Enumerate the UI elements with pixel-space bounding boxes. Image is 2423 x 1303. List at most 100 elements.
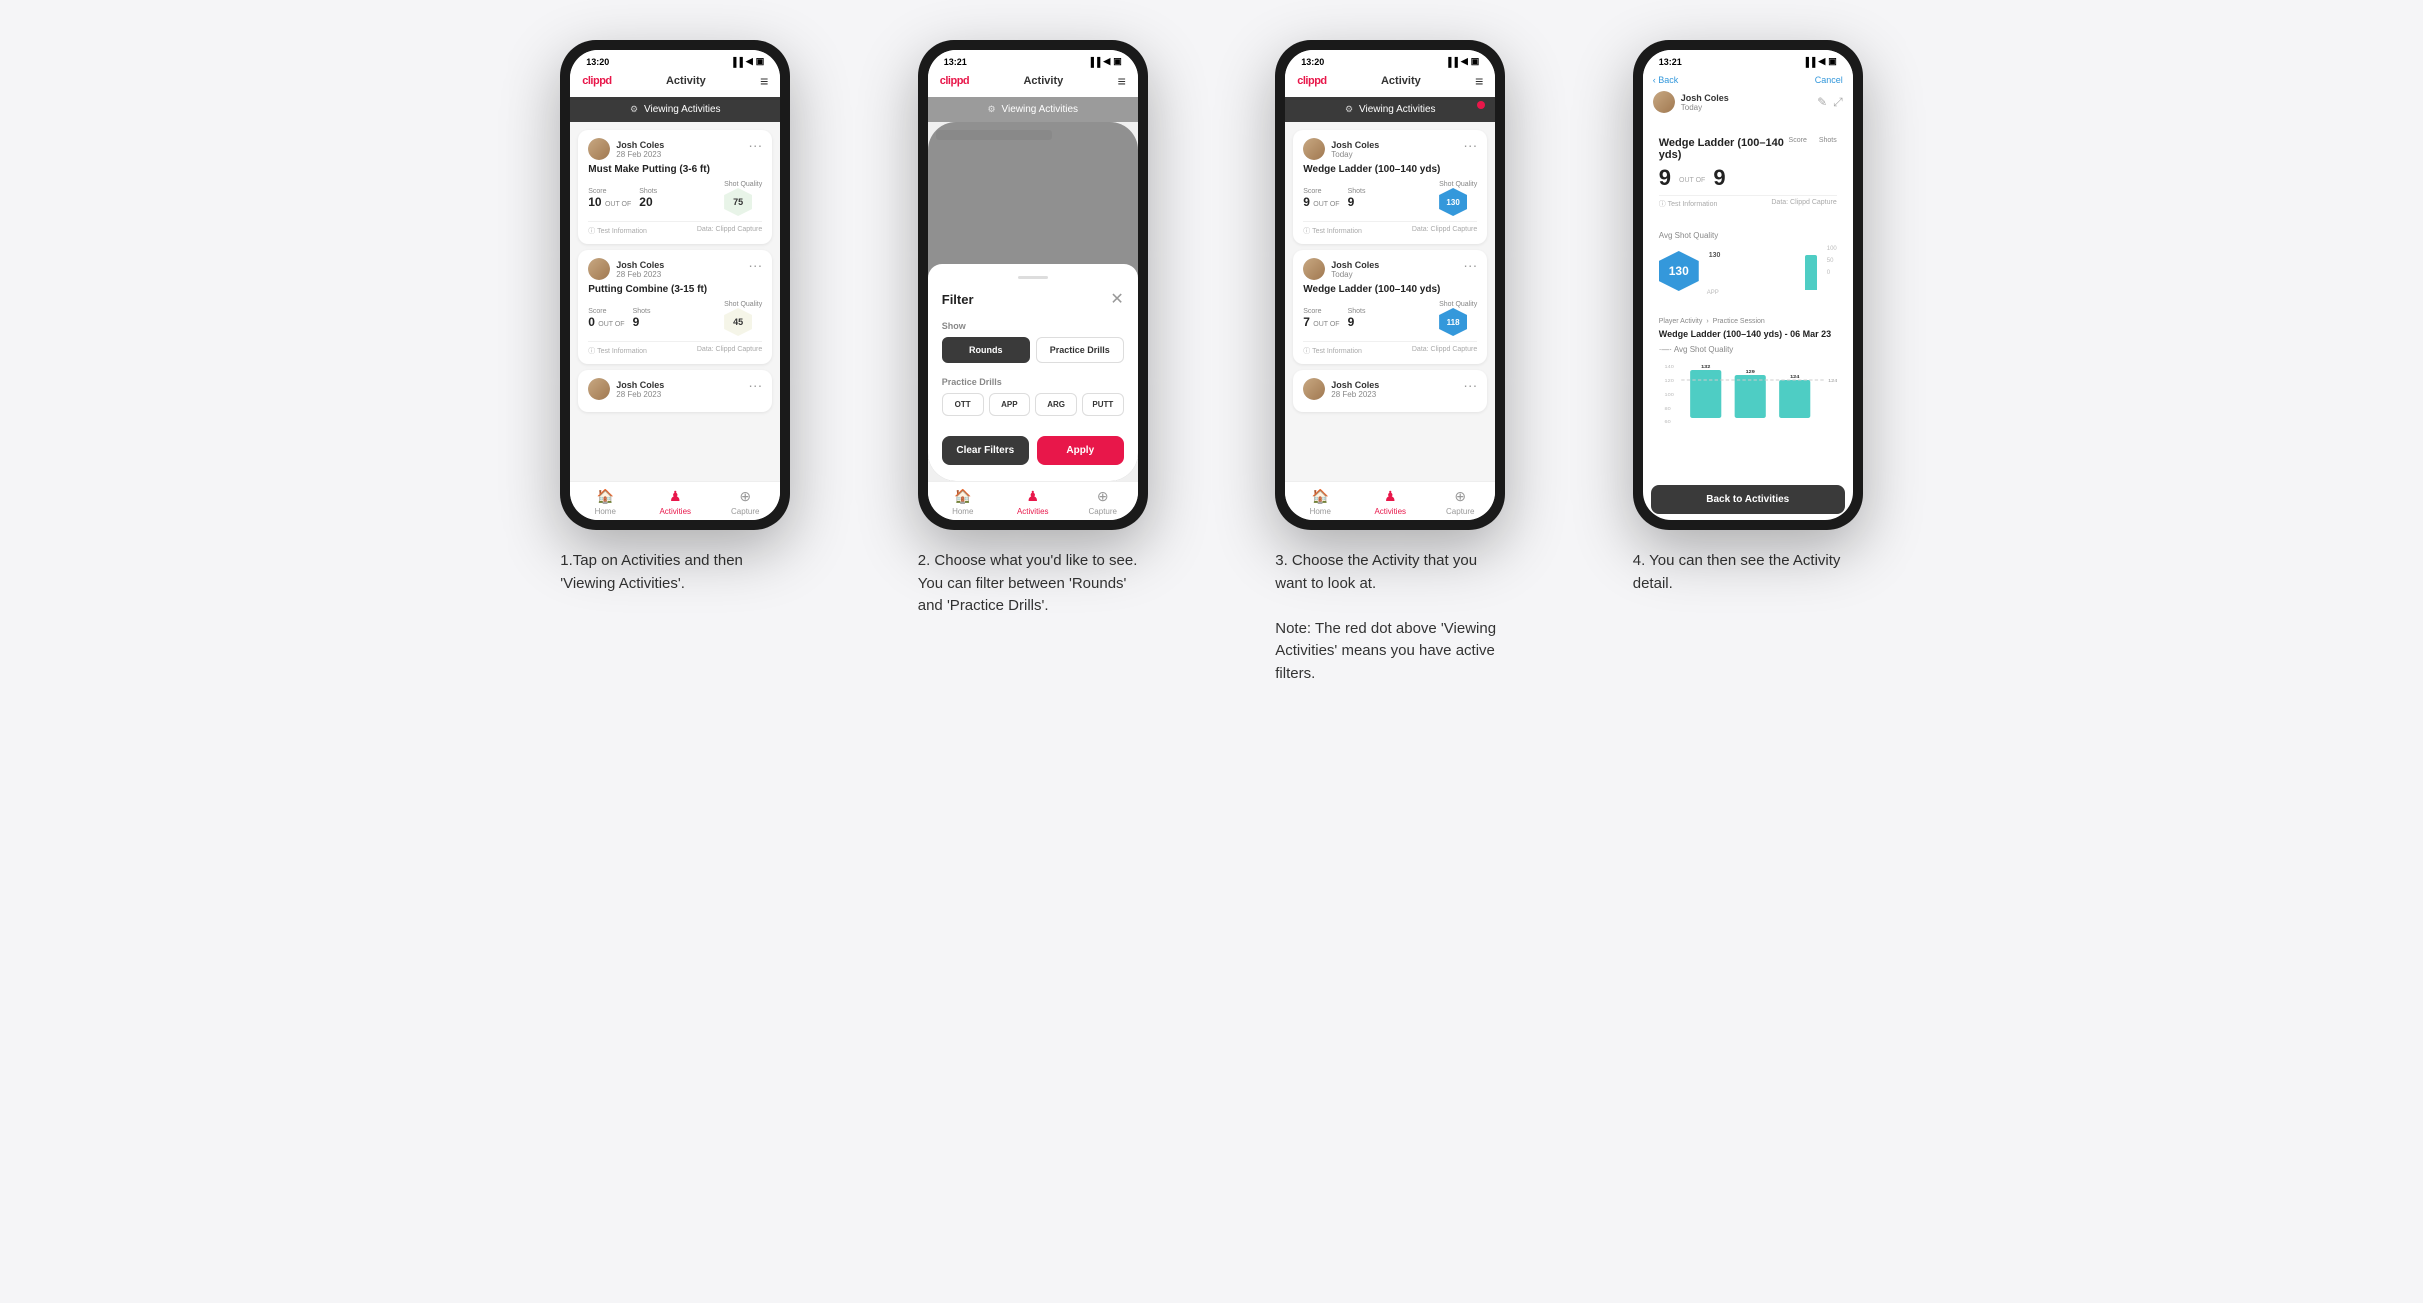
user-name-1-3: Josh Coles <box>616 380 664 390</box>
detail-nav-row-4: ‹ Back Cancel <box>1653 75 1843 85</box>
tab-capture-2[interactable]: ⊕ Capture <box>1068 488 1138 516</box>
stat-shots-1-2: Shots 9 <box>633 308 651 329</box>
svg-text:124: 124 <box>1790 374 1799 380</box>
activities-icon-1: ♟ <box>669 488 682 505</box>
user-date-1-3: 28 Feb 2023 <box>616 390 664 399</box>
edit-icon-4[interactable]: ✎ <box>1817 95 1827 110</box>
activities-icon-2: ♟ <box>1026 488 1039 505</box>
card-header-1-1: Josh Coles 28 Feb 2023 ··· <box>588 138 762 160</box>
svg-text:124: 124 <box>1828 378 1837 384</box>
card-footer-1-1: ⓘ Test Information Data: Clippd Capture <box>588 221 762 236</box>
cancel-btn-4[interactable]: Cancel <box>1815 75 1843 85</box>
tab-activities-3[interactable]: ♟ Activities <box>1355 488 1425 516</box>
stat-score-1-2: Score 0 OUT OF <box>588 308 624 329</box>
card-title-3-1: Wedge Ladder (100–140 yds) <box>1303 164 1477 175</box>
tab-capture-1[interactable]: ⊕ Capture <box>710 488 780 516</box>
expand-icon-4[interactable]: ⤢ <box>1833 95 1843 110</box>
card-footer-3-1: ⓘ Test Information Data: Clippd Capture <box>1303 221 1477 236</box>
avg-sq-hex-4: 130 <box>1659 251 1699 291</box>
tab-home-1[interactable]: 🏠 Home <box>570 488 640 516</box>
card-menu-3-1[interactable]: ··· <box>1463 138 1477 152</box>
phone-screen-2: 13:21 ▐▐ ◀ ▣ clippd Activity ≡ ⚙ Viewi <box>928 50 1138 520</box>
banner-text-3: Viewing Activities <box>1359 104 1436 115</box>
activity-card-1-3[interactable]: Josh Coles 28 Feb 2023 ··· <box>578 370 772 412</box>
viewing-banner-3[interactable]: ⚙ Viewing Activities <box>1285 97 1495 122</box>
arg-btn-2[interactable]: ARG <box>1035 393 1077 416</box>
user-date-3-1: Today <box>1331 150 1379 159</box>
detail-score-row-4: 9 OUT OF 9 <box>1659 165 1837 191</box>
user-name-3-3: Josh Coles <box>1331 380 1379 390</box>
bar-value-label-4: 130 <box>1709 252 1721 259</box>
putt-btn-2[interactable]: PUTT <box>1082 393 1124 416</box>
practice-drills-btn-2[interactable]: Practice Drills <box>1036 337 1124 363</box>
player-activity-section-4: Player Activity › Practice Session Wedge… <box>1651 310 1845 438</box>
shots-label-4: Shots <box>1819 137 1837 144</box>
hamburger-icon-2[interactable]: ≡ <box>1118 73 1126 89</box>
svg-text:140: 140 <box>1664 364 1673 370</box>
capture-icon-2: ⊕ <box>1097 488 1109 505</box>
mini-bar-1-4 <box>1805 255 1817 290</box>
user-date-3-3: 28 Feb 2023 <box>1331 390 1379 399</box>
tab-home-3[interactable]: 🏠 Home <box>1285 488 1355 516</box>
activity-card-3-2[interactable]: Josh Coles Today ··· Wedge Ladder (100–1… <box>1293 250 1487 364</box>
stat-shots-1-1: Shots 20 <box>639 188 657 209</box>
apply-btn-2[interactable]: Apply <box>1037 436 1124 465</box>
card-data-3-1: Data: Clippd Capture <box>1412 226 1477 236</box>
clear-filters-btn-2[interactable]: Clear Filters <box>942 436 1029 465</box>
tab-capture-3[interactable]: ⊕ Capture <box>1425 488 1495 516</box>
tab-activities-1[interactable]: ♟ Activities <box>640 488 710 516</box>
avatar-1-1 <box>588 138 610 160</box>
back-to-activities-btn-4[interactable]: Back to Activities <box>1651 485 1845 514</box>
rounds-btn-2[interactable]: Rounds <box>942 337 1030 363</box>
status-icons-1: ▐▐ ◀ ▣ <box>730 56 764 67</box>
mini-chart-4: 100 50 0 APP <box>1707 246 1837 296</box>
filter-modal-2: Filter ✕ Show Rounds Practice Drills Pra… <box>928 264 1138 481</box>
home-icon-3: 🏠 <box>1312 488 1329 505</box>
time-1: 13:20 <box>586 57 609 67</box>
detail-score-cols-4: Score Shots <box>1789 137 1837 144</box>
viewing-banner-1[interactable]: ⚙ Viewing Activities <box>570 97 780 122</box>
card-header-3-3: Josh Coles 28 Feb 2023 ··· <box>1303 378 1477 400</box>
ott-btn-2[interactable]: OTT <box>942 393 984 416</box>
tab-home-2[interactable]: 🏠 Home <box>928 488 998 516</box>
card-menu-1-1[interactable]: ··· <box>748 138 762 152</box>
stat-sq-1-2: Shot Quality 45 <box>724 301 762 336</box>
card-menu-1-2[interactable]: ··· <box>748 258 762 272</box>
activity-card-3-1[interactable]: Josh Coles Today ··· Wedge Ladder (100–1… <box>1293 130 1487 244</box>
card-data-1-1: Data: Clippd Capture <box>697 226 762 236</box>
hamburger-icon-1[interactable]: ≡ <box>760 73 768 89</box>
card-header-3-1: Josh Coles Today ··· <box>1303 138 1477 160</box>
filter-icon-3: ⚙ <box>1345 104 1353 115</box>
hamburger-icon-3[interactable]: ≡ <box>1475 73 1483 89</box>
filter-drill-row-2: OTT APP ARG PUTT <box>942 393 1124 416</box>
pa-label-4: Player Activity <box>1659 318 1703 325</box>
battery-icon-4: ▣ <box>1828 56 1837 67</box>
close-icon-2[interactable]: ✕ <box>1110 289 1123 309</box>
back-btn-4[interactable]: ‹ Back <box>1653 75 1679 85</box>
bottom-tab-bar-3: 🏠 Home ♟ Activities ⊕ Capture <box>1285 481 1495 520</box>
tab-activities-2[interactable]: ♟ Activities <box>998 488 1068 516</box>
battery-icon-3: ▣ <box>1471 56 1480 67</box>
phone-screen-4: 13:21 ▐▐ ◀ ▣ ‹ Back Cancel <box>1643 50 1853 520</box>
activity-card-1-1[interactable]: Josh Coles 28 Feb 2023 ··· Must Make Put… <box>578 130 772 244</box>
card-header-3-2: Josh Coles Today ··· <box>1303 258 1477 280</box>
card-footer-3-2: ⓘ Test Information Data: Clippd Capture <box>1303 341 1477 356</box>
time-2: 13:21 <box>944 57 967 67</box>
caption-4: 4. You can then see the Activity detail. <box>1633 550 1863 595</box>
score-col-4: Score <box>1789 137 1807 144</box>
stat-sq-3-2: Shot Quality 118 <box>1439 301 1477 336</box>
battery-icon-1: ▣ <box>756 56 765 67</box>
card-menu-1-3[interactable]: ··· <box>748 378 762 392</box>
activity-card-3-3[interactable]: Josh Coles 28 Feb 2023 ··· <box>1293 370 1487 412</box>
activity-card-1-2[interactable]: Josh Coles 28 Feb 2023 ··· Putting Combi… <box>578 250 772 364</box>
signal-icon-4: ▐▐ <box>1803 57 1816 67</box>
stat-score-3-1: Score 9 OUT OF <box>1303 188 1339 209</box>
pa-chart-subtitle-4: ·—· Avg Shot Quality <box>1659 345 1837 354</box>
card-menu-3-2[interactable]: ··· <box>1463 258 1477 272</box>
card-menu-3-3[interactable]: ··· <box>1463 378 1477 392</box>
user-name-1-1: Josh Coles <box>616 140 664 150</box>
activities-icon-3: ♟ <box>1384 488 1397 505</box>
tab-home-label-1: Home <box>595 507 616 516</box>
app-btn-2[interactable]: APP <box>989 393 1031 416</box>
filter-actions-2: Clear Filters Apply <box>942 436 1124 465</box>
